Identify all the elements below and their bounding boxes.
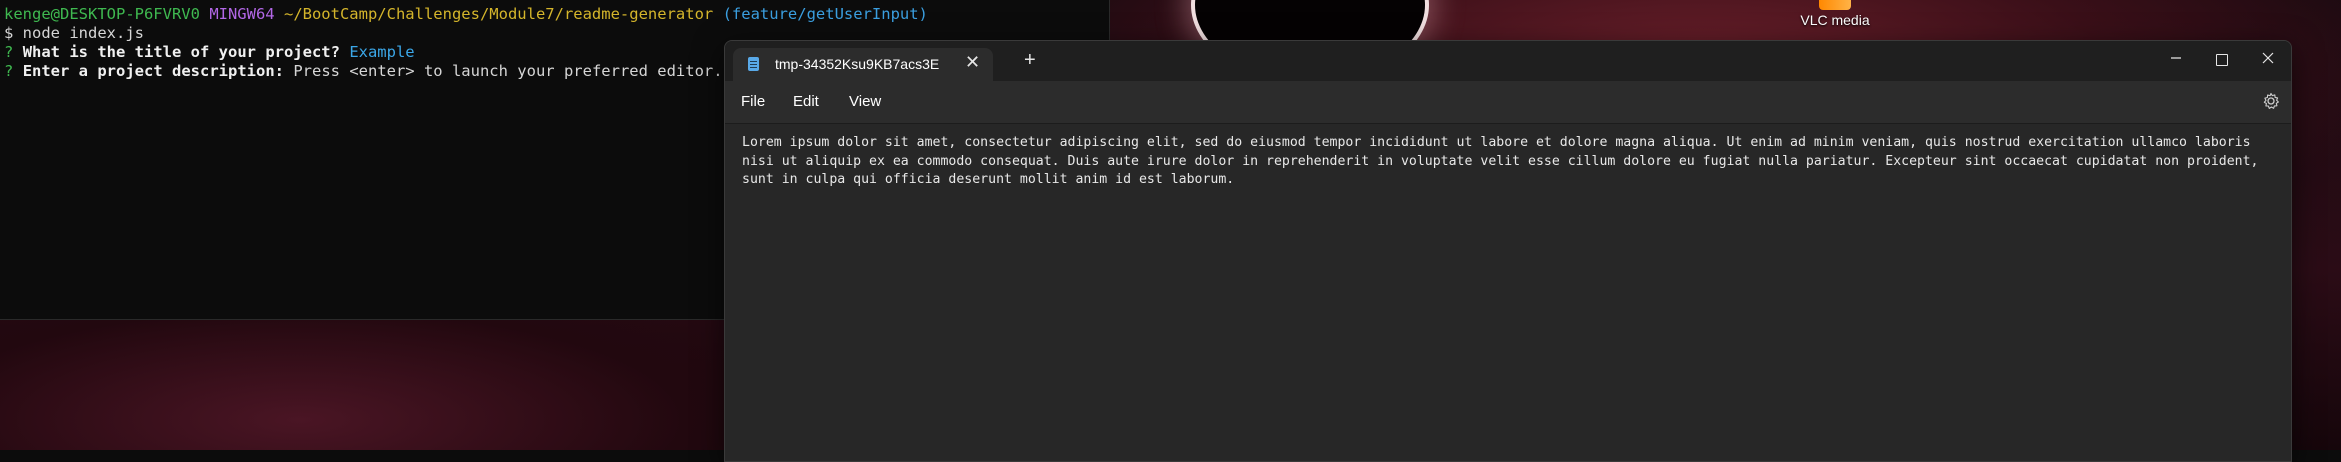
add-tab-icon[interactable]: + [1024, 50, 1036, 70]
prompt-shell: MINGW64 [209, 5, 275, 23]
prompt-user: kenge@DESKTOP-P6FVRV0 [4, 5, 200, 23]
question-mark: ? [4, 62, 14, 80]
text-editor-area[interactable]: Lorem ipsum dolor sit amet, consectetur … [725, 124, 2291, 461]
terminal-prompt-line: kenge@DESKTOP-P6FVRV0 MINGW64 ~/BootCamp… [4, 5, 1109, 24]
maximize-icon [2216, 53, 2228, 66]
desktop-shortcut-label: VLC media [1800, 12, 1870, 28]
question-answer: Example [349, 43, 415, 61]
desktop-shortcut-vlc[interactable]: VLC media [1785, 0, 1885, 28]
question-hint: Press <enter> to launch your preferred e… [293, 62, 723, 80]
question-text: What is the title of your project? [22, 43, 340, 61]
notepad-icon [748, 57, 759, 71]
prompt-branch: (feature/getUserInput) [722, 5, 928, 23]
title-bar[interactable]: tmp-34352Ksu9KB7acs3E ✕ + [725, 41, 2291, 81]
menu-edit[interactable]: Edit [793, 93, 819, 110]
settings-button[interactable] [2261, 91, 2281, 111]
minimize-icon [2171, 57, 2181, 59]
notepad-window[interactable]: tmp-34352Ksu9KB7acs3E ✕ + File Edit View… [724, 40, 2292, 462]
close-window-button[interactable] [2245, 45, 2291, 75]
question-text: Enter a project description: [22, 62, 284, 80]
menu-bar: File Edit View [725, 81, 2291, 124]
editor-content[interactable]: Lorem ipsum dolor sit amet, consectetur … [742, 134, 2277, 190]
tab-document[interactable]: tmp-34352Ksu9KB7acs3E ✕ [733, 48, 993, 81]
maximize-button[interactable] [2199, 45, 2245, 75]
prompt-path: ~/BootCamp/Challenges/Module7/readme-gen… [283, 5, 714, 23]
close-tab-icon[interactable]: ✕ [965, 53, 980, 71]
close-icon [2262, 52, 2274, 64]
gear-icon [2263, 92, 2279, 109]
question-mark: ? [4, 43, 14, 61]
minimize-button[interactable] [2153, 45, 2199, 75]
menu-file[interactable]: File [741, 93, 765, 110]
tab-title: tmp-34352Ksu9KB7acs3E [775, 56, 940, 72]
menu-view[interactable]: View [849, 93, 881, 110]
vlc-icon [1819, 0, 1851, 10]
